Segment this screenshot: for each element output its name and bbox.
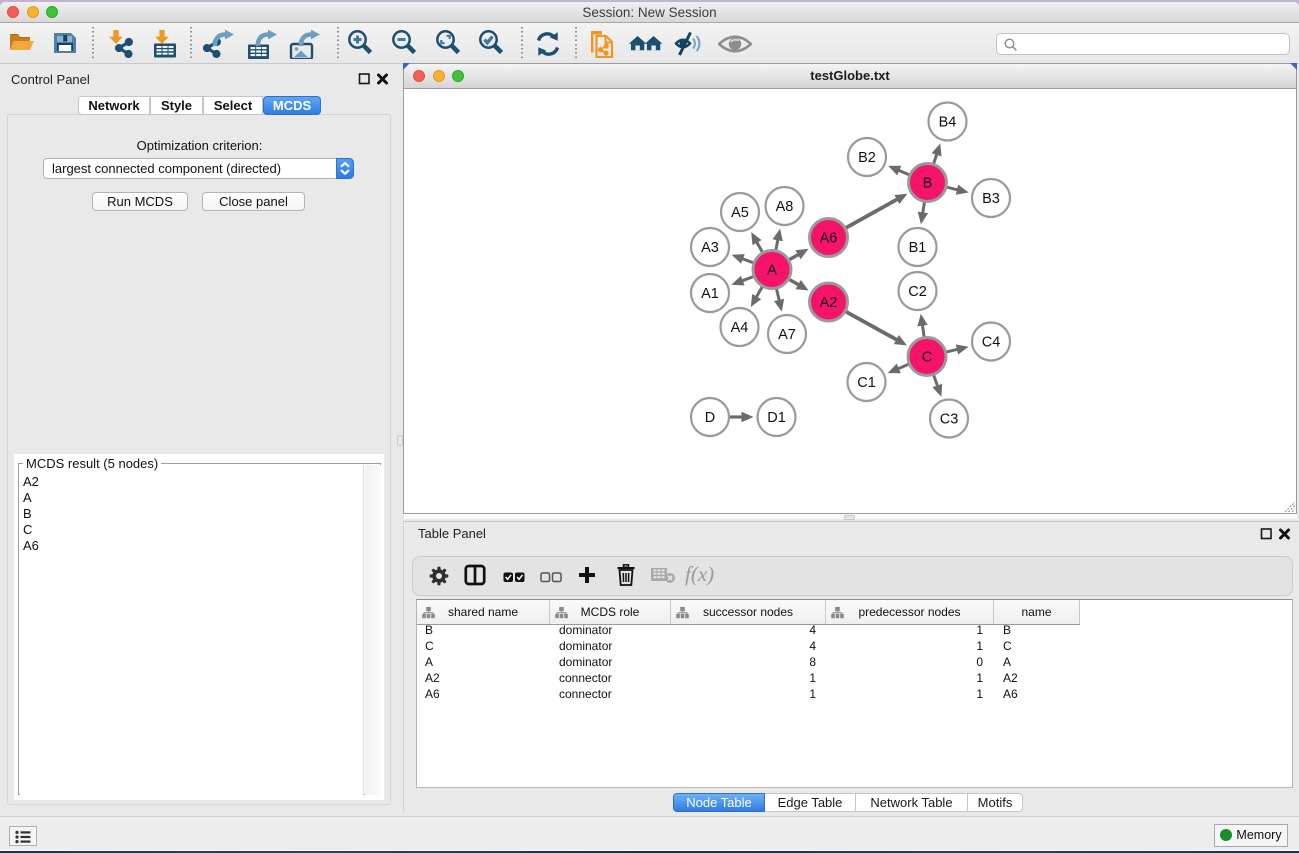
- svg-text:C3: C3: [940, 412, 959, 428]
- svg-text:A: A: [767, 263, 777, 279]
- svg-text:D1: D1: [767, 410, 786, 426]
- svg-text:A2: A2: [820, 295, 838, 311]
- svg-text:B4: B4: [939, 115, 957, 131]
- svg-text:C2: C2: [908, 284, 927, 300]
- svg-text:A6: A6: [820, 231, 838, 247]
- svg-text:D: D: [705, 410, 715, 426]
- svg-text:A8: A8: [776, 199, 794, 215]
- svg-text:C1: C1: [857, 375, 876, 391]
- svg-text:B: B: [923, 176, 933, 192]
- svg-text:A5: A5: [731, 205, 749, 221]
- svg-text:B2: B2: [858, 150, 876, 166]
- svg-text:B1: B1: [909, 240, 927, 256]
- svg-text:C4: C4: [982, 335, 1001, 351]
- svg-text:A7: A7: [778, 327, 796, 343]
- svg-text:C: C: [922, 350, 932, 366]
- svg-text:A4: A4: [731, 320, 749, 336]
- svg-text:A3: A3: [701, 240, 719, 256]
- svg-text:B3: B3: [982, 191, 1000, 207]
- svg-text:A1: A1: [701, 286, 719, 302]
